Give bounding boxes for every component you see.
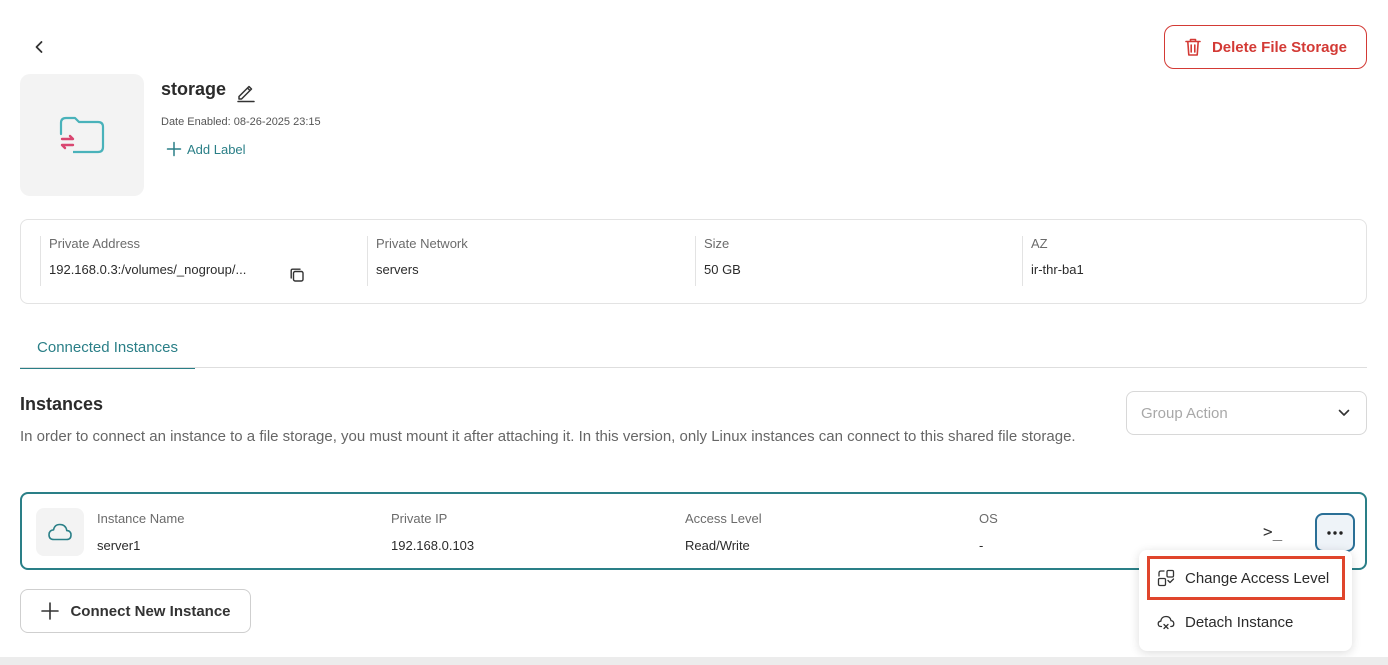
instance-context-menu: Change Access Level Detach Instance [1139,550,1352,651]
connect-new-instance-button[interactable]: Connect New Instance [20,589,251,633]
group-action-select[interactable]: Group Action [1126,391,1367,435]
add-label-button[interactable]: Add Label [166,141,246,157]
copy-icon[interactable] [289,267,305,283]
private-ip-value: 192.168.0.103 [391,538,475,553]
divider [40,236,41,286]
divider [367,236,368,286]
access-level-field: Access Level Read/Write [685,511,762,553]
plus-icon [166,141,182,157]
os-field: OS - [979,511,998,553]
detach-instance-label: Detach Instance [1185,613,1294,631]
delete-file-storage-button[interactable]: Delete File Storage [1164,25,1367,69]
more-horizontal-icon [1327,530,1343,535]
storage-info-card: Private Address 192.168.0.3:/volumes/_no… [20,219,1367,304]
menu-item-change-access-level[interactable]: Change Access Level [1147,556,1345,600]
group-action-placeholder: Group Action [1141,404,1228,422]
private-ip-field: Private IP 192.168.0.103 [391,511,474,553]
size-label: Size [704,236,730,251]
az-field: AZ ir-thr-ba1 [1031,236,1084,288]
edit-name-button[interactable] [235,81,257,103]
more-options-button[interactable] [1315,513,1355,552]
az-label: AZ [1031,236,1048,251]
private-network-label: Private Network [376,236,468,251]
chevron-down-icon [1338,409,1350,417]
instance-name-label: Instance Name [97,511,185,526]
storage-thumbnail [20,74,144,196]
private-network-value: servers [376,262,419,277]
folder-transfer-icon [58,114,106,156]
delete-button-label: Delete File Storage [1211,38,1348,56]
change-access-level-label: Change Access Level [1185,569,1330,587]
plus-icon [40,601,60,621]
add-label-text: Add Label [187,141,246,157]
storage-name: storage [161,79,227,99]
instances-title: Instances [20,394,104,414]
tabs-divider [20,367,1367,368]
os-label: OS [979,511,998,526]
access-level-value: Read/Write [685,538,750,553]
page-bottom-strip [0,657,1388,665]
private-ip-label: Private IP [391,511,448,526]
cloud-detach-icon [1157,614,1175,630]
private-network-field: Private Network servers [376,236,468,288]
instances-description: In order to connect an instance to a fil… [20,428,1076,445]
chevron-left-icon [34,40,44,54]
terminal-console-button[interactable]: >_ [1263,522,1282,541]
cloud-icon [47,523,73,541]
pencil-icon [235,81,257,103]
az-value: ir-thr-ba1 [1031,262,1084,277]
os-value: - [979,538,984,553]
private-address-label: Private Address [49,236,141,251]
date-enabled: Date Enabled: 08-26-2025 23:15 [161,116,321,128]
access-level-label: Access Level [685,511,762,526]
size-field: Size 50 GB [704,236,741,288]
private-address-field: Private Address 192.168.0.3:/volumes/_no… [49,236,246,288]
private-address-value: 192.168.0.3:/volumes/_nogroup/... [49,262,247,277]
instance-avatar [36,508,84,556]
instance-name-field: Instance Name server1 [97,511,184,553]
tab-connected-instances[interactable]: Connected Instances [20,336,195,369]
back-button[interactable] [28,36,50,58]
menu-item-detach-instance[interactable]: Detach Instance [1147,600,1345,644]
instance-name-value: server1 [97,538,141,553]
divider [695,236,696,286]
size-value: 50 GB [704,262,741,277]
trash-icon [1184,37,1202,57]
divider [1022,236,1023,286]
access-level-icon [1157,569,1175,587]
connect-new-instance-label: Connect New Instance [70,602,231,620]
